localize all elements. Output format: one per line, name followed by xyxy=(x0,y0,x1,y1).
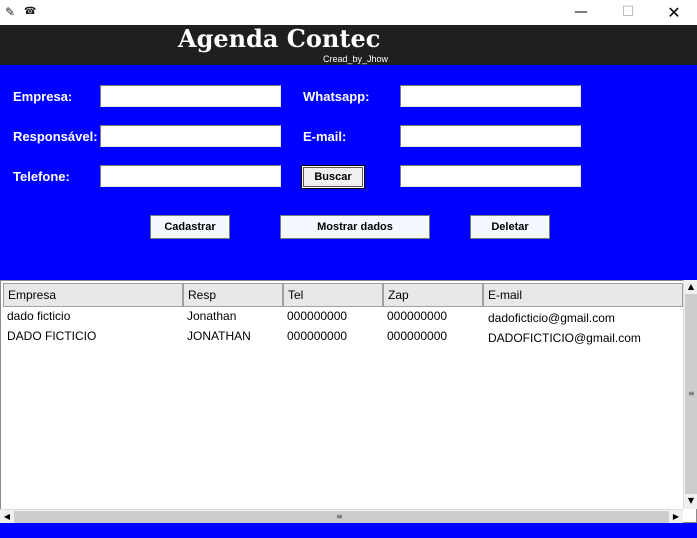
buscar-button[interactable]: Buscar xyxy=(301,165,365,189)
cell-resp: Jonathan xyxy=(187,309,237,323)
cell-empresa: DADO FICTICIO xyxy=(7,329,97,343)
horizontal-scroll-thumb[interactable]: ≡ xyxy=(14,511,669,523)
telefone-input[interactable] xyxy=(100,165,281,187)
table-row[interactable]: dado ficticio Jonathan 000000000 0000000… xyxy=(3,308,683,328)
table-row[interactable]: DADO FICTICIO JONATHAN 000000000 0000000… xyxy=(3,328,683,348)
footer-band xyxy=(0,523,697,538)
cell-email: dadoficticio@gmail.com xyxy=(488,311,615,325)
email-label: E-mail: xyxy=(303,129,347,144)
scroll-right-icon[interactable]: ▶ xyxy=(669,511,683,523)
cell-email: DADOFICTICIO@gmail.com xyxy=(488,331,641,345)
phone-icon: ☎ xyxy=(24,6,37,17)
vertical-scrollbar[interactable]: ▲ ≡ ▼ xyxy=(683,280,697,509)
column-header-zap[interactable]: Zap xyxy=(383,283,483,307)
deletar-button[interactable]: Deletar xyxy=(470,215,550,239)
close-button[interactable]: ✕ xyxy=(651,0,697,25)
grip-icon: ≡ xyxy=(688,389,695,398)
cadastrar-button[interactable]: Cadastrar xyxy=(150,215,230,239)
contacts-table[interactable]: Empresa Resp Tel Zap E-mail dado fictici… xyxy=(0,280,697,523)
empresa-label: Empresa: xyxy=(13,89,73,104)
cell-resp: JONATHAN xyxy=(187,329,251,343)
whatsapp-input[interactable] xyxy=(400,85,581,107)
contact-form: Empresa: Whatsapp: Responsável: E-mail: … xyxy=(0,65,697,280)
feather-icon: ✎ xyxy=(5,5,16,19)
scroll-left-icon[interactable]: ◀ xyxy=(0,511,14,523)
cell-tel: 000000000 xyxy=(287,329,348,343)
buscar-input[interactable] xyxy=(400,165,581,187)
column-header-resp[interactable]: Resp xyxy=(183,283,283,307)
window-titlebar: ✎ ☎ — ☐ ✕ xyxy=(0,0,697,25)
email-input[interactable] xyxy=(400,125,581,147)
credit-label: Cread_by_Jhow xyxy=(323,54,389,64)
minimize-button[interactable]: — xyxy=(558,0,604,25)
scroll-down-icon[interactable]: ▼ xyxy=(684,495,697,507)
column-header-empresa[interactable]: Empresa xyxy=(3,283,183,307)
column-header-tel[interactable]: Tel xyxy=(283,283,383,307)
cell-zap: 000000000 xyxy=(387,309,448,323)
grip-icon: ≡ xyxy=(336,512,343,521)
horizontal-scrollbar[interactable]: ◀ ≡ ▶ xyxy=(0,509,683,523)
empresa-input[interactable] xyxy=(100,85,281,107)
maximize-button[interactable]: ☐ xyxy=(605,0,651,25)
responsavel-label: Responsável: xyxy=(13,129,98,144)
vertical-scroll-thumb[interactable]: ≡ xyxy=(685,294,697,494)
telefone-label: Telefone: xyxy=(13,169,70,184)
responsavel-input[interactable] xyxy=(100,125,281,147)
app-title: Agenda Contec xyxy=(178,24,381,53)
scroll-up-icon[interactable]: ▲ xyxy=(684,281,697,293)
app-header: Agenda Contec Cread_by_Jhow xyxy=(0,25,697,65)
mostrar-dados-button[interactable]: Mostrar dados xyxy=(280,215,430,239)
whatsapp-label: Whatsapp: xyxy=(303,89,370,104)
table-header: Empresa Resp Tel Zap E-mail xyxy=(3,283,683,307)
cell-zap: 000000000 xyxy=(387,329,448,343)
cell-tel: 000000000 xyxy=(287,309,348,323)
cell-empresa: dado ficticio xyxy=(7,309,71,323)
column-header-email[interactable]: E-mail xyxy=(483,283,683,307)
